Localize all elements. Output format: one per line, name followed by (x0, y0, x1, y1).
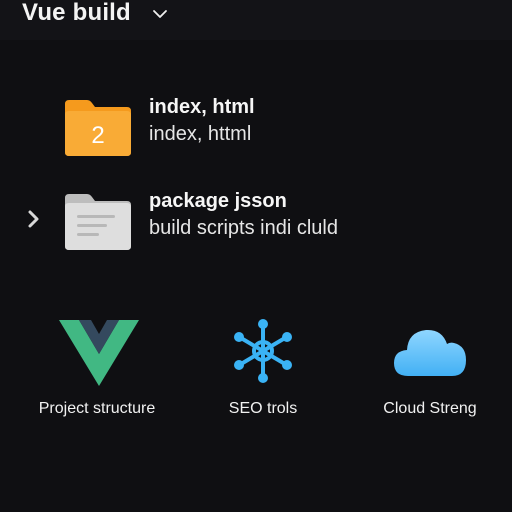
vue-logo-icon (59, 320, 139, 386)
folder-badge: 2 (91, 122, 104, 149)
top-bar: Vue build (0, 0, 512, 40)
file-name: index, html (149, 96, 255, 118)
file-item-package-json[interactable]: package jsson build scripts indi cluld (0, 186, 512, 254)
folder-document-icon (65, 194, 131, 250)
chevron-right-icon[interactable] (26, 208, 42, 230)
file-subtitle: build scripts indi cluld (149, 217, 338, 239)
file-subtitle: index, httml (149, 123, 252, 145)
file-item-index-html[interactable]: 2 index, html index, httml (0, 92, 512, 160)
file-name: package jsson (149, 190, 287, 212)
page-title: Vue build (22, 0, 131, 26)
folder-icon: 2 (65, 100, 131, 156)
chevron-down-icon[interactable] (152, 6, 168, 22)
network-hub-icon (234, 319, 292, 383)
feature-label: Project structure (38, 400, 156, 417)
feature-label: SEO trols (228, 400, 298, 417)
cloud-icon (394, 329, 466, 376)
feature-label: Cloud Streng (383, 400, 477, 417)
